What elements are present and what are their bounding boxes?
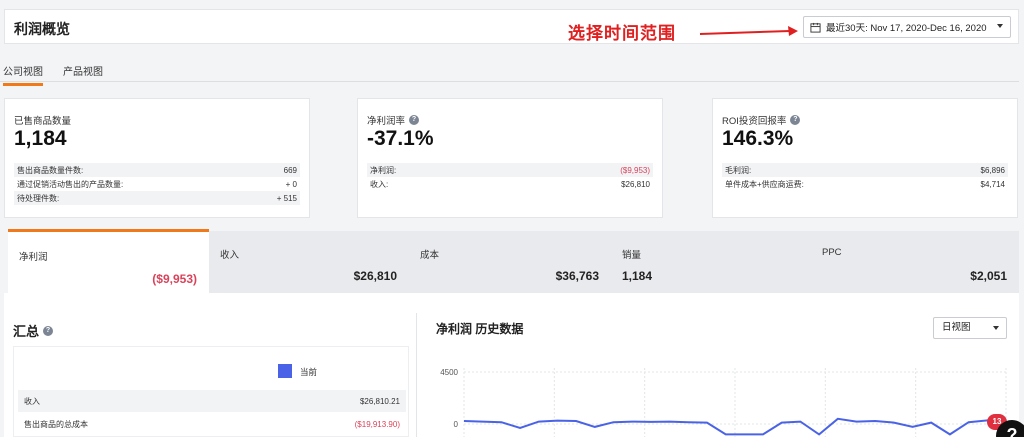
page-title: 利润概览 xyxy=(14,21,70,37)
net-profit-history-chart: 4500 0 xyxy=(440,368,1007,437)
card-label: ROI投资回报率? xyxy=(722,113,801,127)
question-circle-icon[interactable]: ? xyxy=(43,325,54,336)
summary-row: 收入 $26,810.21 xyxy=(18,390,406,412)
annotation-arrow xyxy=(699,26,798,36)
metric-tab-units[interactable]: 销量 1,184 xyxy=(611,231,811,293)
legend-swatch xyxy=(278,364,292,378)
card-row: 单件成本+供应商运费: $4,714 xyxy=(725,179,1005,189)
metric-tabs: 净利润 ($9,953) 收入 $26,810 成本 $36,763 销量 1,… xyxy=(8,229,1019,293)
y-tick-label: 0 xyxy=(454,420,459,429)
card-value: 146.3% xyxy=(722,127,794,150)
card-value: 1,184 xyxy=(14,127,67,150)
view-select[interactable]: 日视图 xyxy=(933,317,1007,339)
y-tick-label: 4500 xyxy=(440,368,458,377)
panel-divider xyxy=(416,313,417,437)
card-row: 通过促销活动售出的产品数量: + 0 xyxy=(17,179,297,189)
summary-row: 售出商品的总成本 ($19,913.90) xyxy=(24,419,400,429)
card-row: 待处理件数: + 515 xyxy=(14,191,300,205)
card-row: 售出商品数量件数: 669 xyxy=(14,163,300,177)
card-label: 已售商品数量 xyxy=(14,116,72,127)
question-circle-icon[interactable]: ? xyxy=(790,115,801,125)
question-circle-icon[interactable]: ? xyxy=(409,115,420,125)
caret-down-icon xyxy=(993,326,999,330)
card-label: 净利润率? xyxy=(367,113,420,127)
summary-table: 当前 收入 $26,810.21 售出商品的总成本 ($19,913.90) xyxy=(13,346,409,437)
metric-tab-ppc[interactable]: PPC $2,051 xyxy=(811,231,1019,293)
card-net-margin: 净利润率? -37.1% 净利润: ($9,953) 收入: $26,810 xyxy=(357,98,663,218)
tab-company-view[interactable]: 公司视图 xyxy=(3,63,43,86)
tab-product-view[interactable]: 产品视图 xyxy=(63,63,103,83)
metric-tab-revenue[interactable]: 收入 $26,810 xyxy=(209,231,409,293)
card-row: 净利润: ($9,953) xyxy=(367,163,653,177)
annotation-label: 选择时间范围 xyxy=(568,24,676,43)
card-row: 毛利润: $6,896 xyxy=(722,163,1008,177)
date-range-label: 最近30天: Nov 17, 2020-Dec 16, 2020 xyxy=(826,23,987,34)
view-tabs: 公司视图 产品视图 xyxy=(0,58,1019,86)
summary-title: 汇总? xyxy=(13,321,54,340)
legend-label: 当前 xyxy=(300,367,318,377)
metric-tab-net-profit[interactable]: 净利润 ($9,953) xyxy=(8,229,209,293)
bottom-panel: 汇总? 当前 收入 $26,810.21 售出商品的总成本 ($19,913.90)… xyxy=(4,293,1019,437)
metric-tab-cost[interactable]: 成本 $36,763 xyxy=(409,231,611,293)
card-row: 收入: $26,810 xyxy=(370,179,650,189)
card-value: -37.1% xyxy=(367,127,434,150)
caret-down-icon xyxy=(997,24,1003,28)
card-units-sold: 已售商品数量 1,184 售出商品数量件数: 669 通过促销活动售出的产品数量:… xyxy=(4,98,310,218)
calendar-icon xyxy=(810,22,821,33)
card-roi: ROI投资回报率? 146.3% 毛利润: $6,896 单件成本+供应商运费: $… xyxy=(712,98,1018,218)
date-range-picker[interactable]: 最近30天: Nov 17, 2020-Dec 16, 2020 xyxy=(803,16,1011,38)
history-title: 净利润 历史数据 xyxy=(436,322,524,336)
